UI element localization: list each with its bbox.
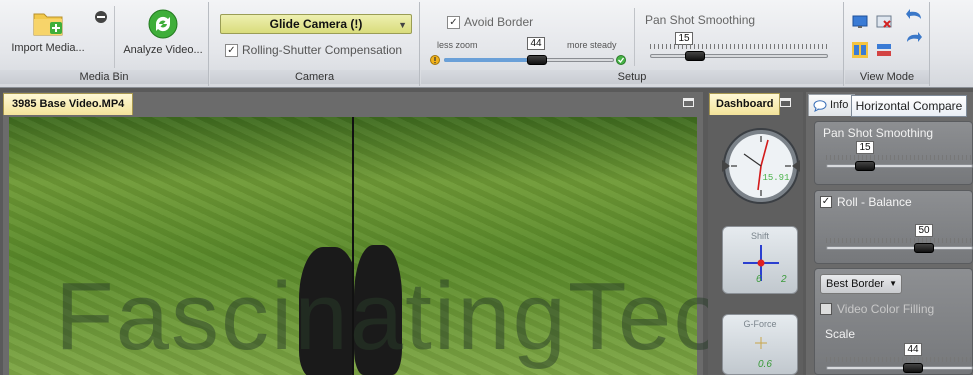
warning-icon [430,55,440,65]
media-bin-label: Media Bin [0,70,208,84]
roll-ticks [826,238,973,243]
close-view-icon[interactable] [876,14,892,30]
pan-smoothing-section-label: Pan Shot Smoothing [823,126,934,140]
pan-smoothing-slider-thumb[interactable] [684,51,705,61]
setup-group-label: Setup [421,70,843,84]
zoom-slider-thumb[interactable] [526,55,547,65]
checkbox-box: ✓ [447,15,460,29]
video-tab-label: 3985 Base Video.MP4 [12,98,125,110]
rolling-shutter-label: Rolling-Shutter Compensation [242,43,403,57]
chevron-down-icon: ▼ [889,279,897,288]
folder-add-icon [33,13,63,36]
panel-pan-ticks [826,155,973,160]
import-media-button[interactable]: Import Media... [6,6,90,54]
gforce-gauge: G-Force 0.6 [722,314,798,375]
gforce-marker-icon [755,337,767,349]
checkbox-box: ✓ [820,196,832,208]
roll-balance-thumb[interactable] [914,243,934,253]
camera-group-label: Camera [210,70,419,84]
scale-value: 44 [904,343,922,356]
divider [114,6,115,68]
info-tab[interactable]: Info [808,94,856,116]
dashboard-tab-label: Dashboard [716,98,774,110]
panel-pan-smoothing-thumb[interactable] [855,161,875,171]
view-mode-label: View Mode [845,70,929,84]
checkbox-box: ✓ [225,43,238,57]
redo-icon[interactable] [905,30,923,44]
zoom-value-box: 44 [527,37,545,50]
shift-label: Shift [750,231,769,241]
media-bin-group: Import Media... Analyze Video... Media B… [0,2,209,86]
horizontal-compare-tooltip: Horizontal Compare [851,95,967,117]
scale-thumb[interactable] [903,363,923,373]
analyze-video-button[interactable]: Analyze Video... [118,6,208,56]
video-color-filling-label: Video Color Filling [837,302,935,316]
clock-gauge: 15.91 [722,128,800,204]
camera-mode-value: Glide Camera (!) [269,17,363,31]
speech-bubble-icon [813,99,827,112]
less-zoom-label: less zoom [437,40,478,50]
import-media-label: Import Media... [11,42,85,54]
checkbox-box [820,303,832,315]
shift-x-value: 6 [756,274,762,285]
clock-readout: 15.91 [762,173,789,183]
scale-ticks [826,357,973,362]
refresh-icon [148,9,178,39]
gforce-label: G-Force [743,319,777,329]
gforce-value: 0.6 [758,359,772,370]
dashboard-tab[interactable]: Dashboard [709,93,781,115]
maximize-icon[interactable] [780,98,791,107]
video-color-filling-checkbox[interactable]: Video Color Filling [820,302,934,316]
rolling-shutter-checkbox[interactable]: ✓ Rolling-Shutter Compensation [225,43,402,57]
undo-icon[interactable] [905,7,923,21]
video-tab[interactable]: 3985 Base Video.MP4 [3,93,134,115]
scale-track[interactable] [826,366,973,370]
info-tab-label: Info [830,99,849,111]
pan-smoothing-ticks [650,44,830,49]
horizontal-view-icon[interactable] [876,42,892,58]
roll-balance-value: 50 [915,224,933,237]
scale-label: Scale [825,327,856,341]
maximize-icon[interactable] [683,98,694,107]
roll-balance-checkbox[interactable]: ✓ Roll - Balance [820,195,912,209]
divider [634,8,635,66]
ok-icon [616,55,626,65]
avoid-border-checkbox[interactable]: ✓ Avoid Border [447,15,533,29]
chevron-down-icon: ▼ [398,20,407,30]
avoid-border-label: Avoid Border [464,15,534,29]
shift-gauge: Shift 6 2 [722,226,798,294]
roll-balance-label: Roll - Balance [837,195,912,209]
panel-pan-smoothing-track[interactable] [826,164,973,168]
monitor-icon[interactable] [852,14,868,30]
zoom-slider-fill [444,58,527,62]
camera-mode-dropdown[interactable]: Glide Camera (!) ▼ [220,14,412,34]
remove-icon[interactable] [94,10,108,24]
pan-smoothing-label: Pan Shot Smoothing [645,13,756,27]
border-mode-dropdown[interactable]: Best Border ▼ [820,274,902,294]
panel-pan-smoothing-value: 15 [856,141,874,154]
shift-y-value: 2 [781,274,787,285]
pan-smoothing-section: Pan Shot Smoothing [814,121,973,185]
analyze-video-label: Analyze Video... [123,44,203,56]
pan-smoothing-slider-track[interactable] [650,54,828,58]
roll-balance-track[interactable] [826,246,973,250]
border-mode-value: Best Border [826,278,885,290]
ribbon: Import Media... Analyze Video... Media B… [0,0,973,88]
more-steady-label: more steady [567,40,617,50]
split-view-icon[interactable] [852,42,868,58]
